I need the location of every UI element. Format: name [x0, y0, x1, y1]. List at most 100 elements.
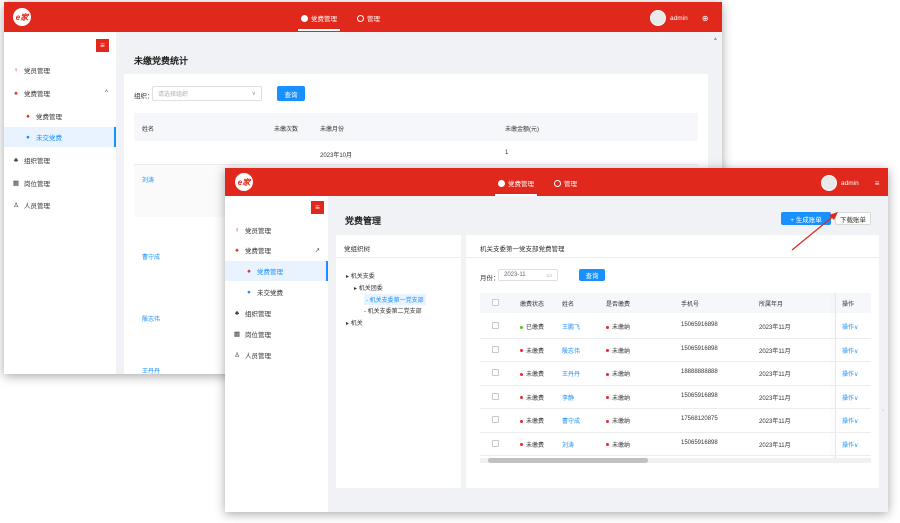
sidebar-item-party-fee[interactable]: ♠ 党费管理 ↗: [225, 240, 328, 260]
name-cell[interactable]: 刘涛: [562, 440, 574, 449]
user-menu[interactable]: admin ⊕: [650, 10, 708, 26]
tree-node[interactable]: ▸ 机关: [346, 318, 363, 327]
tree-title: 党组织树: [344, 246, 370, 253]
month-picker[interactable]: 2023-11 ▭: [498, 269, 558, 281]
tree-node[interactable]: ▸ 机关团委: [354, 283, 383, 292]
nav-manage[interactable]: 管理: [551, 178, 580, 188]
paid-cell: 未缴纳: [606, 369, 630, 378]
table-row-name[interactable]: 刘涛: [142, 175, 154, 184]
sidebar-label: 岗位管理: [24, 181, 50, 188]
query-button[interactable]: 查询: [579, 269, 605, 281]
name-cell[interactable]: 王鹏飞: [562, 322, 580, 331]
op-dropdown[interactable]: 操作∨: [842, 322, 858, 331]
row-checkbox[interactable]: [492, 369, 499, 376]
name-cell[interactable]: 曹守成: [562, 416, 580, 425]
op-dropdown[interactable]: 操作∨: [842, 369, 858, 378]
fee-table-card: 机关支委第一党支部党费管理 月份： 2023-11 ▭ 查询 缴费状态 姓名 是…: [466, 235, 879, 488]
scroll-up-icon[interactable]: ▲: [713, 36, 718, 42]
front-sidebar: ≡ ♀ 党员管理 ♠ 党费管理 ↗ ♠ 党费管理 ● 未交党费 ♣ 组织管理 ▦…: [225, 196, 328, 512]
status-text: 未缴费: [526, 395, 545, 402]
sidebar-item-org[interactable]: ♣ 组织管理: [225, 303, 328, 323]
tree-node-label: 机关支委: [350, 274, 375, 280]
name-cell[interactable]: 李静: [562, 393, 574, 402]
tree-node-selected[interactable]: - 机关支委第一党支部: [364, 294, 426, 305]
tree-node[interactable]: ▸ 机关支委: [346, 271, 375, 280]
post-icon: ▦: [12, 180, 20, 187]
paid-dot-icon: [606, 349, 609, 353]
phone-cell: 17568120875: [681, 416, 718, 422]
back-table-header: [134, 113, 698, 141]
sidebar-item-party-fee[interactable]: ♠ 党费管理 ^: [4, 83, 116, 103]
sidebar-item-fee-manage[interactable]: ♠ 党费管理: [225, 261, 328, 281]
col-header-month: 所属年月: [759, 302, 784, 308]
sidebar-item-post[interactable]: ▦ 岗位管理: [225, 324, 328, 344]
status-text: 未缴费: [526, 442, 545, 449]
post-icon: ▦: [233, 331, 241, 338]
table-row-name[interactable]: 王丹丹: [142, 366, 160, 374]
row-checkbox[interactable]: [492, 345, 499, 353]
select-all-checkbox[interactable]: [492, 299, 499, 306]
row-checkbox[interactable]: [492, 439, 499, 447]
op-dropdown[interactable]: 操作∨: [842, 393, 858, 402]
month-cell: 2023年11月: [759, 395, 791, 402]
op-dropdown[interactable]: 操作∨: [842, 416, 858, 425]
sidebar-item-unpaid[interactable]: ● 未交党费: [4, 127, 116, 147]
status-cell: 已缴费: [520, 322, 544, 331]
query-button[interactable]: 查询: [277, 86, 305, 101]
scrollbar-thumb[interactable]: [488, 458, 648, 463]
month-label: 月份：: [480, 275, 500, 282]
sidebar-item-unpaid[interactable]: ● 未交党费: [225, 282, 328, 302]
menu-toggle-icon[interactable]: ≡: [311, 201, 324, 214]
month-value: 2023-11: [504, 272, 526, 278]
name-cell[interactable]: 殷志伟: [562, 346, 580, 355]
table-row-name[interactable]: 殷志伟: [142, 314, 160, 323]
sidebar-item-staff[interactable]: ♙ 人员管理: [4, 195, 116, 215]
col-header-name: 姓名: [142, 127, 155, 133]
row-divider: [480, 361, 871, 362]
avatar: [650, 10, 666, 26]
download-bill-button[interactable]: 下载账单: [835, 212, 871, 225]
top-nav: 党费管理 管理: [495, 178, 580, 196]
status-dot-icon: [520, 419, 523, 423]
sidebar-label: 岗位管理: [245, 332, 271, 339]
nav-party-fee[interactable]: 党费管理: [298, 13, 340, 31]
tree-node-label: 机关团委: [358, 286, 383, 292]
org-select[interactable]: 请选择组织 ∨: [152, 86, 262, 101]
sidebar-item-staff[interactable]: ♙ 人员管理: [225, 345, 328, 365]
phone-cell: 18888888888: [681, 369, 718, 375]
sidebar-item-fee-manage[interactable]: ♠ 党费管理: [4, 106, 116, 126]
nav-manage[interactable]: 管理: [354, 13, 383, 23]
sidebar-item-org[interactable]: ♣ 组织管理: [4, 150, 116, 170]
paid-text: 未缴纳: [612, 348, 631, 355]
tree-node[interactable]: - 机关支委第二党支部: [364, 306, 422, 315]
op-dropdown[interactable]: 操作∨: [842, 440, 858, 449]
status-text: 未缴费: [526, 372, 545, 378]
sidebar-item-member[interactable]: ♀ 党员管理: [4, 60, 116, 80]
sidebar-label: 党费管理: [24, 91, 50, 98]
op-dropdown[interactable]: 操作∨: [842, 346, 858, 355]
menu-toggle-icon[interactable]: ≡: [96, 39, 109, 52]
nav-party-fee[interactable]: 党费管理: [495, 178, 537, 196]
hamburger-icon[interactable]: ≡: [875, 179, 880, 188]
row-checkbox[interactable]: [492, 322, 499, 329]
sidebar-label: 未交党费: [257, 290, 283, 297]
table-row-name[interactable]: 曹守成: [142, 252, 160, 261]
sidebar-item-member[interactable]: ♀ 党员管理: [225, 220, 328, 240]
status-text: 未缴费: [526, 348, 545, 355]
sidebar-item-post[interactable]: ▦ 岗位管理: [4, 173, 116, 193]
col-header-name: 姓名: [562, 302, 575, 308]
name-cell[interactable]: 王丹丹: [562, 369, 580, 378]
nav-label: 党费管理: [508, 181, 534, 188]
annotation-arrow: [791, 212, 838, 251]
row-checkbox[interactable]: [492, 416, 499, 423]
paid-text: 未缴纳: [612, 395, 631, 402]
row-checkbox[interactable]: [492, 392, 499, 400]
month-cell: 2023年11月: [759, 348, 791, 355]
user-menu[interactable]: admin ≡: [821, 175, 879, 191]
globe-icon[interactable]: ⊕: [702, 14, 709, 23]
party-fee-icon: [301, 14, 308, 22]
sidebar-label: 组织管理: [24, 158, 50, 165]
col-header-phone: 手机号: [681, 302, 700, 308]
paid-text: 未缴纳: [612, 419, 631, 425]
col-header-paid: 是否缴费: [606, 302, 631, 308]
